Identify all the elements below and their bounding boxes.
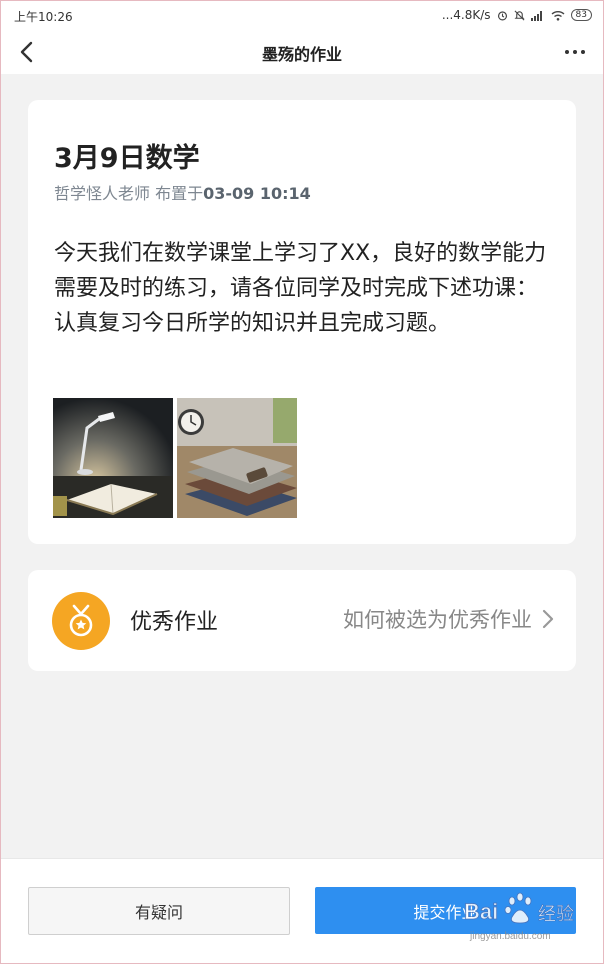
status-time: 上午10:26 [14,10,73,24]
assigned-prefix: 布置于 [155,184,204,203]
homework-card: 3月9日数学 哲学怪人老师 布置于03-09 10:14 今天我们在数学课堂上学… [28,100,576,544]
status-indicators: ...4.8K/s 83 [442,8,592,22]
svg-text:Bai: Bai [464,899,498,924]
desk-lamp-book-image [53,398,173,518]
alarm-icon [497,10,507,20]
excellent-link-text: 如何被选为优秀作业 [343,608,532,632]
more-options-button[interactable] [560,38,590,66]
homework-title: 3月9日数学 [54,143,200,174]
medal-star-icon [69,604,93,637]
battery-icon: 83 [570,9,592,21]
excellent-homework-card[interactable]: 优秀作业 如何被选为优秀作业 [28,570,576,671]
nav-bar: 墨殇的作业 [0,30,604,74]
more-dot-icon [573,50,577,54]
homework-content: 今天我们在数学课堂上学习了XX，良好的数学能力需要及时的练习，请各位同学及时完成… [54,241,547,336]
svg-text:经验: 经验 [538,904,574,925]
attachment-image-notebooks[interactable] [177,398,297,518]
teacher-name: 哲学怪人老师 [54,184,151,203]
homework-meta: 哲学怪人老师 布置于03-09 10:14 [54,180,311,204]
excellent-label: 优秀作业 [130,610,219,635]
signal-icon [530,10,542,21]
how-to-be-selected-link[interactable]: 如何被选为优秀作业 [343,604,554,634]
watermark-url: jingyan.baidu.com [470,931,551,942]
attachment-image-lamp[interactable] [53,398,173,518]
more-dot-icon [581,50,585,54]
baidu-jingyan-watermark: Bai 经验 jingyan.baidu.com [462,887,592,947]
wifi-icon [551,10,565,21]
network-speed: ...4.8K/s [441,8,491,22]
assigned-time: 03-09 10:14 [203,184,311,203]
medal-icon [52,592,110,650]
status-bar: 上午10:26 ...4.8K/s 83 [0,0,604,30]
question-button[interactable]: 有疑问 [28,887,290,935]
page-title: 墨殇的作业 [261,45,342,64]
mute-icon [514,10,525,20]
notebooks-clock-image [177,398,297,518]
chevron-right-icon [542,609,554,629]
more-dot-icon [565,50,569,54]
